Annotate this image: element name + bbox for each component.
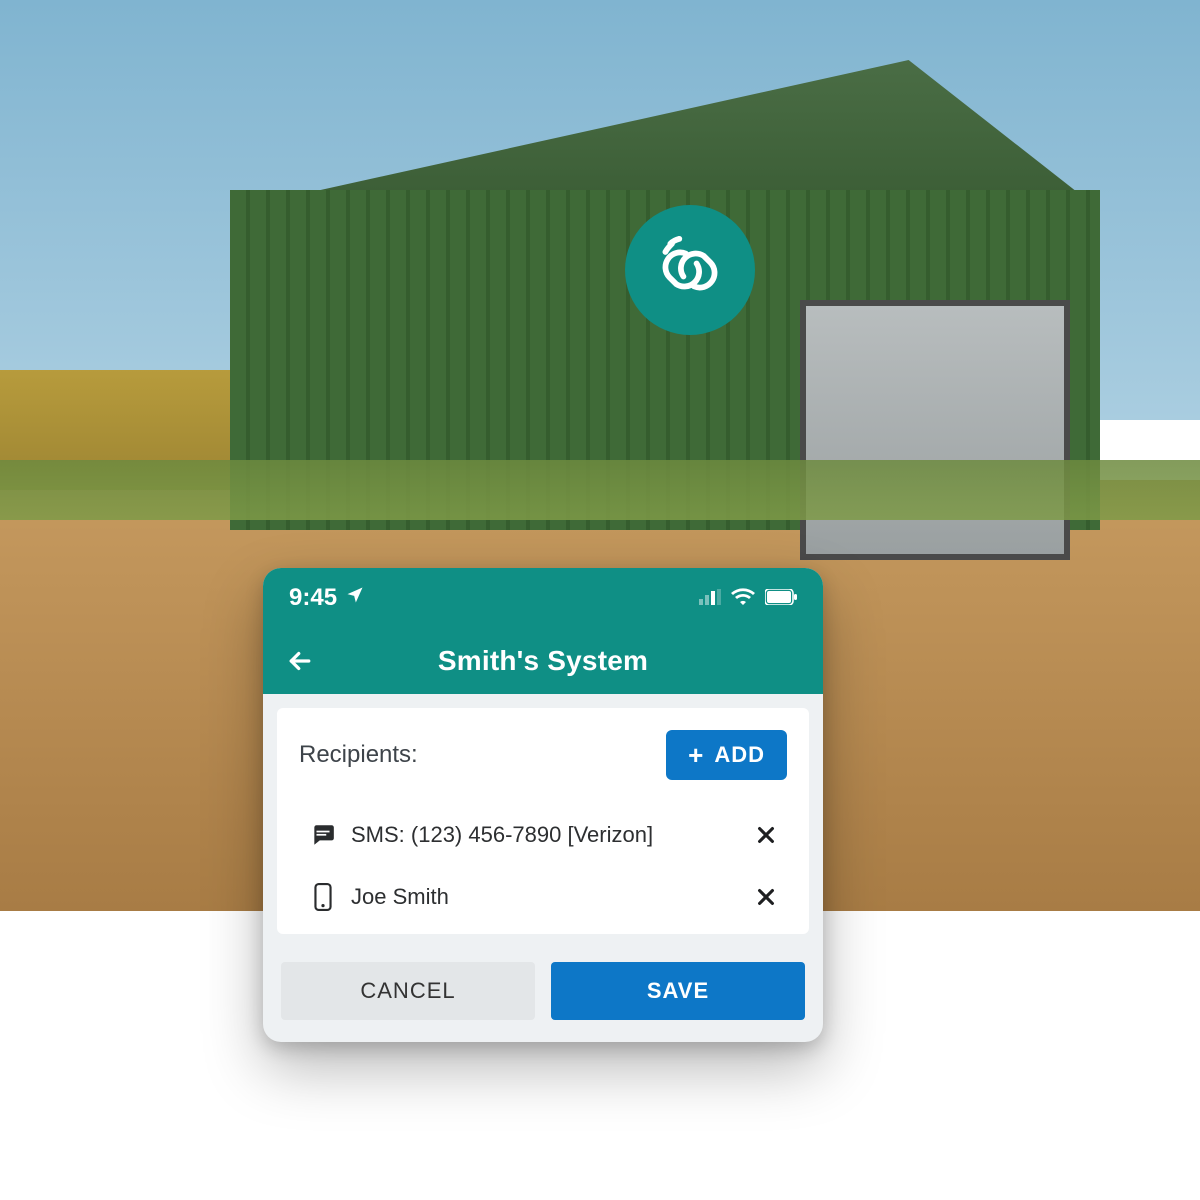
remove-recipient-button[interactable] bbox=[749, 880, 783, 914]
add-recipient-button[interactable]: + ADD bbox=[666, 730, 787, 780]
plus-icon: + bbox=[688, 742, 704, 768]
recipients-card: Recipients: + ADD SMS: (123) 456-7890 [V… bbox=[277, 708, 809, 934]
remove-recipient-button[interactable] bbox=[749, 818, 783, 852]
page-title: Smith's System bbox=[438, 645, 648, 677]
recipient-text: Joe Smith bbox=[343, 884, 749, 910]
location-icon bbox=[345, 584, 365, 612]
link-sensor-badge-icon bbox=[625, 205, 755, 335]
phone-mockup: 9:45 Smith's System Recipients: bbox=[263, 568, 823, 1042]
status-time: 9:45 bbox=[289, 584, 337, 612]
battery-icon bbox=[765, 584, 797, 612]
phone-icon bbox=[303, 883, 343, 911]
status-bar: 9:45 bbox=[263, 568, 823, 628]
back-button[interactable] bbox=[283, 644, 317, 678]
recipient-row: SMS: (123) 456-7890 [Verizon] bbox=[299, 804, 787, 866]
add-button-label: ADD bbox=[714, 742, 765, 768]
footer-actions: CANCEL SAVE bbox=[263, 948, 823, 1042]
cellular-icon bbox=[699, 584, 721, 612]
sms-icon bbox=[303, 822, 343, 848]
title-bar: Smith's System bbox=[263, 628, 823, 694]
recipient-text: SMS: (123) 456-7890 [Verizon] bbox=[343, 822, 749, 848]
recipient-row: Joe Smith bbox=[299, 866, 787, 928]
recipients-label: Recipients: bbox=[299, 741, 418, 769]
wifi-icon bbox=[731, 584, 755, 612]
cancel-button[interactable]: CANCEL bbox=[281, 962, 535, 1020]
save-button[interactable]: SAVE bbox=[551, 962, 805, 1020]
